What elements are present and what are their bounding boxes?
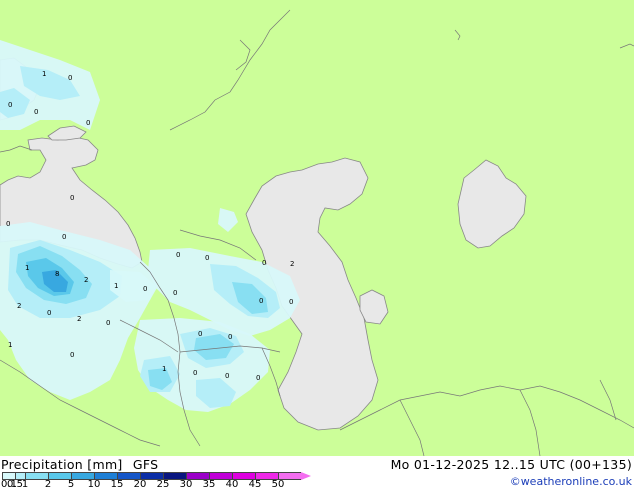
map-label: 0 (106, 319, 110, 327)
map-label: 0 (225, 372, 229, 380)
map-label: 2 (290, 260, 294, 268)
map-label: 2 (17, 302, 21, 310)
color-scale-label: 15 (110, 479, 124, 490)
model-name: GFS (132, 457, 159, 472)
map-label: 0 (86, 119, 90, 127)
map-footer: Precipitation [mm] GFS Mo 01-12-2025 12.… (0, 456, 634, 490)
color-scale-label: 45 (248, 479, 262, 490)
map-label: 1 (162, 365, 166, 373)
map-label: 0 (193, 369, 197, 377)
map-label: 1 (42, 70, 46, 78)
map-label: 0 (256, 374, 260, 382)
precipitation-map: 1 0 0 0 0 0 0 0 1 8 2 1 0 0 0 0 0 2 0 0 … (0, 0, 634, 456)
aral-sea (457, 159, 527, 249)
color-scale-label: 50 (271, 479, 285, 490)
color-scale-label: 10 (87, 479, 101, 490)
map-label: 0 (198, 330, 202, 338)
map-label: 2 (77, 315, 81, 323)
color-scale-label: 35 (202, 479, 216, 490)
map-label: 2 (84, 276, 88, 284)
map-label: 0 (6, 220, 10, 228)
product-title: Precipitation [mm] GFS (1, 457, 158, 472)
map-label: 0 (8, 101, 12, 109)
map-label: 0 (228, 333, 232, 341)
map-label: 0 (143, 285, 147, 293)
map-label: 1 (8, 341, 12, 349)
map-label: 0 (68, 74, 72, 82)
color-scale-label: 0.5 (7, 479, 23, 490)
map-label: 1 (114, 282, 118, 290)
color-scale: 0.1 0.5 1 2 5 10 15 20 25 30 35 40 45 50 (1, 472, 332, 490)
map-label: 0 (34, 108, 38, 116)
map-label: 0 (70, 194, 74, 202)
color-scale-label: 2 (44, 479, 52, 490)
map-label: 0 (262, 259, 266, 267)
map-label: 1 (25, 264, 29, 272)
product-name: Precipitation [mm] (1, 457, 123, 472)
color-scale-label: 30 (179, 479, 193, 490)
color-scale-label: 1 (21, 479, 29, 490)
map-label: 0 (173, 289, 177, 297)
color-scale-label: 5 (67, 479, 75, 490)
color-scale-labels: 0.1 0.5 1 2 5 10 15 20 25 30 35 40 45 50 (1, 479, 332, 490)
map-label: 0 (176, 251, 180, 259)
color-scale-label: 40 (225, 479, 239, 490)
sea-of-azov (47, 125, 87, 141)
map-label: 0 (47, 309, 51, 317)
map-canvas: 1 0 0 0 0 0 0 0 1 8 2 1 0 0 0 0 0 2 0 0 … (0, 9, 634, 456)
valid-time: Mo 01-12-2025 12..15 UTC (00+135) (390, 457, 632, 472)
map-label: 0 (70, 351, 74, 359)
kara-bogaz-gol (359, 289, 389, 325)
map-label: 0 (289, 298, 293, 306)
map-label: 0 (62, 233, 66, 241)
map-label: 8 (55, 270, 59, 278)
color-scale-label: 25 (156, 479, 170, 490)
credit-link[interactable]: ©weatheronline.co.uk (510, 475, 632, 488)
color-scale-label: 20 (133, 479, 147, 490)
map-label: 0 (259, 297, 263, 305)
map-label: 0 (205, 254, 209, 262)
